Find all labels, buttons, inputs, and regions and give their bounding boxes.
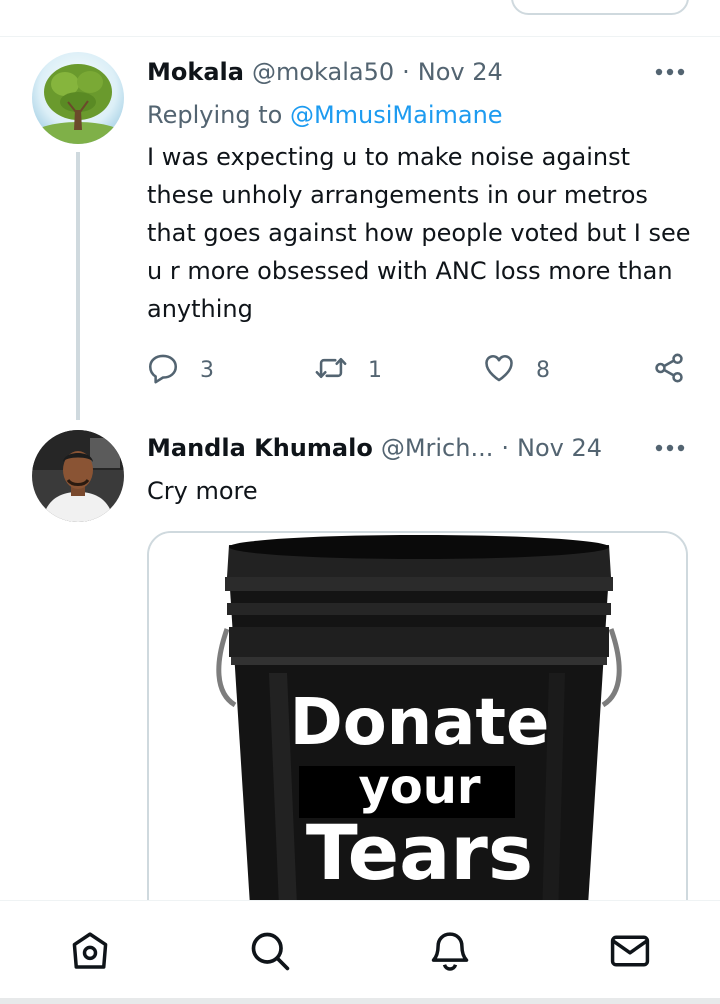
avatar-mokala[interactable] bbox=[32, 52, 124, 144]
tweet-media-image[interactable]: Donate your Tears bbox=[147, 531, 688, 951]
like-button[interactable]: 8 bbox=[482, 350, 550, 390]
like-count: 8 bbox=[536, 357, 550, 383]
share-button[interactable] bbox=[652, 350, 686, 390]
bottom-navigation bbox=[0, 900, 720, 1004]
envelope-icon bbox=[608, 929, 652, 977]
retweet-button[interactable]: 1 bbox=[314, 350, 382, 390]
tweet-header: Mandla Khumalo @Mrich... · Nov 24 bbox=[147, 430, 602, 466]
image-text-tears: Tears bbox=[305, 808, 534, 897]
heart-icon bbox=[482, 351, 516, 389]
divider bbox=[0, 36, 720, 37]
more-dots-icon[interactable] bbox=[650, 57, 690, 87]
separator-dot: · bbox=[402, 58, 410, 86]
separator-dot: · bbox=[501, 434, 509, 462]
previous-tweet-button[interactable] bbox=[511, 0, 689, 15]
nav-search[interactable] bbox=[246, 929, 294, 977]
tweet-header: Mokala @mokala50 · Nov 24 bbox=[147, 54, 503, 90]
author-name[interactable]: Mandla Khumalo bbox=[147, 430, 373, 466]
retweet-icon bbox=[314, 351, 348, 389]
nav-notifications[interactable] bbox=[426, 929, 474, 977]
reply-count: 3 bbox=[200, 357, 214, 383]
author-name[interactable]: Mokala bbox=[147, 54, 244, 90]
reply-bubble-icon bbox=[146, 351, 180, 389]
thread-connector-line bbox=[76, 152, 80, 420]
author-handle[interactable]: @Mrich... bbox=[381, 430, 494, 466]
image-text-donate: Donate bbox=[289, 686, 550, 760]
tweet-date[interactable]: Nov 24 bbox=[517, 430, 602, 466]
replying-to-handle-link[interactable]: @MmusiMaimane bbox=[290, 101, 503, 129]
tweet-actions: 3 1 8 bbox=[146, 350, 706, 390]
more-dots-icon[interactable] bbox=[650, 433, 690, 463]
retweet-count: 1 bbox=[368, 357, 382, 383]
image-text-your: your bbox=[358, 759, 481, 815]
nav-messages[interactable] bbox=[606, 929, 654, 977]
search-icon bbox=[248, 929, 292, 977]
nav-home[interactable] bbox=[66, 929, 114, 977]
reply-button[interactable]: 3 bbox=[146, 350, 214, 390]
author-handle[interactable]: @mokala50 bbox=[252, 54, 394, 90]
system-home-bar bbox=[0, 998, 720, 1004]
tweet-body: I was expecting u to make noise against … bbox=[147, 143, 691, 323]
tweet-thread-screen: Mokala @mokala50 · Nov 24 Replying to @M… bbox=[0, 0, 720, 1004]
share-icon bbox=[652, 351, 686, 389]
replying-to: Replying to @MmusiMaimane bbox=[147, 98, 503, 132]
tweet-date[interactable]: Nov 24 bbox=[418, 54, 503, 90]
replying-to-label: Replying to bbox=[147, 101, 283, 129]
avatar-mandla-khumalo[interactable] bbox=[32, 430, 124, 522]
tweet-body: Cry more bbox=[147, 477, 258, 505]
bell-icon bbox=[428, 929, 472, 977]
home-icon bbox=[68, 929, 112, 977]
